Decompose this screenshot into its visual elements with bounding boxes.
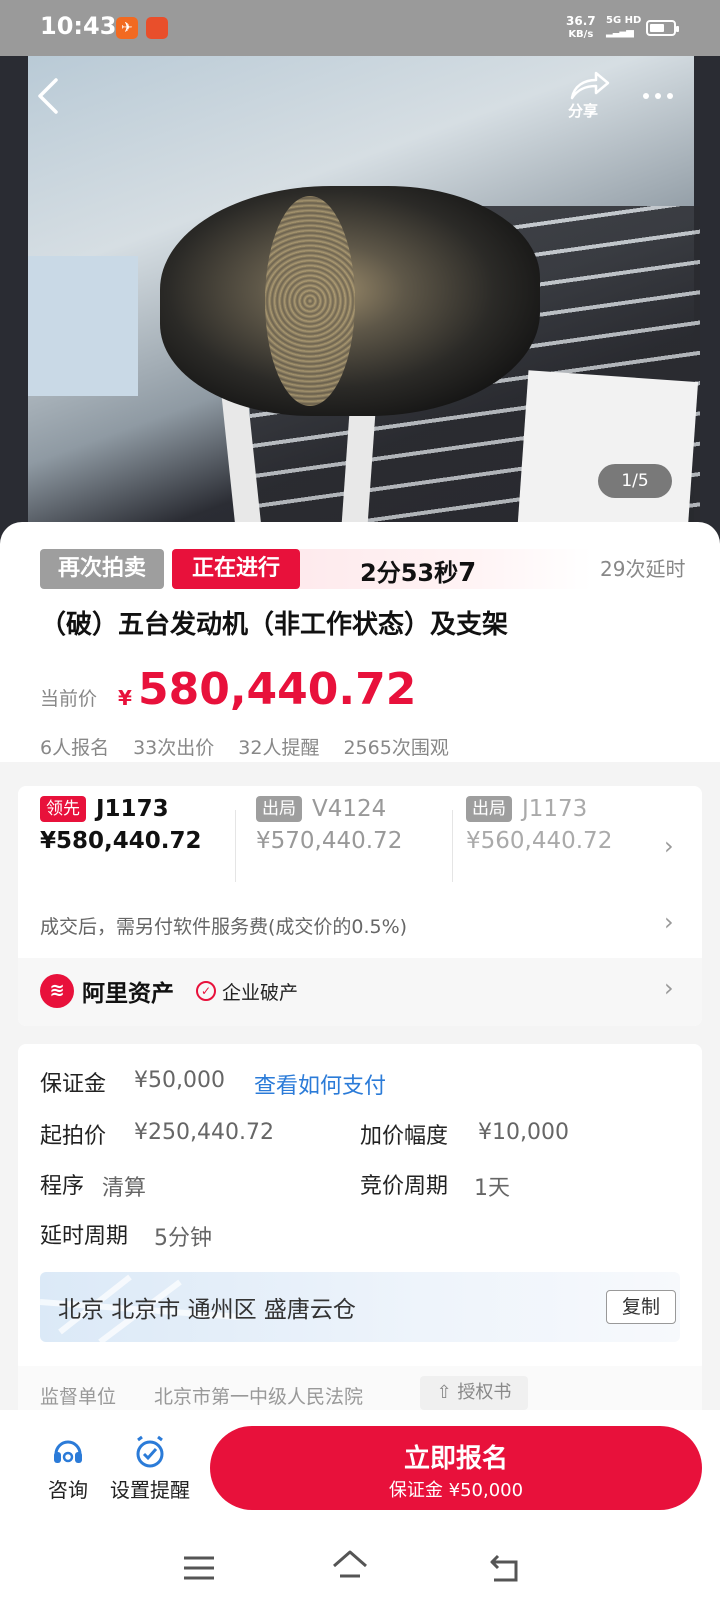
signup-deposit: 保证金 ¥50,000	[388, 1480, 524, 1501]
alarm-clock-icon	[136, 1435, 164, 1468]
delay-count: 29次延时	[600, 557, 686, 581]
divider	[452, 810, 453, 882]
more-icon[interactable]	[636, 74, 680, 118]
bid-amount: ¥560,440.72	[466, 828, 613, 854]
deposit-label: 保证金	[40, 1072, 107, 1097]
view-count: 2565次围观	[343, 737, 449, 759]
menu-icon[interactable]	[180, 1548, 220, 1588]
leading-badge: 领先	[40, 796, 86, 822]
seller-name: 阿里资产	[82, 981, 174, 1007]
network-speed: 36.7 KB/s	[566, 14, 596, 41]
back-icon[interactable]	[28, 74, 72, 118]
item-title: （破）五台发动机（非工作状态）及支架	[40, 610, 509, 640]
copy-button[interactable]: 复制	[606, 1290, 676, 1324]
signal-icon: 5G HD ▂▃▄▅	[606, 15, 642, 38]
app-notification-icon	[146, 17, 168, 39]
service-fee-notice[interactable]: 成交后，需另付软件服务费(成交价的0.5%)	[40, 912, 407, 939]
battery-icon	[646, 20, 679, 36]
bid-record[interactable]: 领先 J1173 ¥580,440.72	[40, 796, 202, 854]
increment-value: ¥10,000	[478, 1120, 569, 1145]
consult-label: 咨询	[48, 1478, 88, 1502]
procedure-value: 清算	[102, 1176, 147, 1201]
headset-icon	[54, 1440, 82, 1463]
deposit-value: ¥50,000	[134, 1068, 225, 1093]
status-badge: 正在进行	[172, 549, 300, 589]
bid-period-value: 1天	[474, 1176, 510, 1201]
start-price-label: 起拍价	[40, 1124, 107, 1149]
app-notification-icon: ✈	[116, 17, 138, 39]
increment-label: 加价幅度	[360, 1124, 449, 1149]
divider	[235, 810, 236, 882]
bid-record[interactable]: 出局 J1173 ¥560,440.72	[466, 796, 632, 854]
supervisor-label: 监督单位	[40, 1386, 117, 1408]
outbid-badge: 出局	[466, 796, 512, 822]
set-reminder-button[interactable]: 设置提醒	[104, 1434, 196, 1503]
status-time: 10:43	[40, 12, 117, 40]
supervisor-value: 北京市第一中级人民法院	[154, 1386, 364, 1408]
delay-period-value: 5分钟	[154, 1226, 212, 1251]
authorization-button[interactable]: ⇧ 授权书	[420, 1376, 528, 1410]
bidder-id: J1173	[96, 796, 169, 822]
reminder-count: 32人提醒	[238, 737, 320, 759]
start-price-value: ¥250,440.72	[134, 1120, 274, 1145]
chevron-right-icon[interactable]: ›	[664, 974, 674, 1002]
ali-assets-logo: ≋	[40, 974, 74, 1008]
upload-icon: ⇧	[436, 1382, 452, 1403]
image-counter: 1/5	[598, 464, 672, 498]
current-price-label: 当前价	[40, 688, 98, 710]
status-bar: 10:43 ✈ 36.7 KB/s 5G HD ▂▃▄▅	[0, 0, 720, 56]
check-circle-icon: ✓	[196, 981, 216, 1001]
bid-amount: ¥570,440.72	[256, 828, 403, 854]
bid-amount: ¥580,440.72	[40, 828, 202, 854]
currency-symbol: ¥	[118, 686, 132, 710]
chevron-right-icon[interactable]: ›	[664, 832, 674, 860]
share-label[interactable]: 分享	[568, 100, 598, 121]
seller-type: 企业破产	[222, 982, 299, 1004]
outbid-badge: 出局	[256, 796, 302, 822]
bid-period-label: 竞价周期	[360, 1174, 449, 1199]
current-price: 580,440.72	[138, 664, 417, 715]
re-auction-badge: 再次拍卖	[40, 549, 164, 589]
signup-count: 6人报名	[40, 737, 110, 759]
set-reminder-label: 设置提醒	[110, 1478, 190, 1502]
home-icon[interactable]	[330, 1546, 370, 1586]
consult-button[interactable]: 咨询	[38, 1434, 98, 1503]
signup-button[interactable]: 立即报名 保证金 ¥50,000	[210, 1426, 702, 1510]
bidder-id: V4124	[312, 796, 387, 822]
procedure-label: 程序	[40, 1174, 85, 1199]
signup-label: 立即报名	[403, 1444, 508, 1474]
address-text: 北京 北京市 通州区 盛唐云仓	[58, 1297, 356, 1323]
return-icon[interactable]	[486, 1548, 526, 1588]
countdown-timer: 2分53秒7	[360, 558, 477, 588]
how-to-pay-link[interactable]: 查看如何支付	[254, 1068, 386, 1100]
delay-period-label: 延时周期	[40, 1224, 129, 1249]
bidder-id: J1173	[522, 796, 588, 822]
bid-record[interactable]: 出局 V4124 ¥570,440.72	[256, 796, 402, 854]
auction-stats: 6人报名 33次出价 32人提醒 2565次围观	[40, 733, 473, 760]
bid-count: 33次出价	[133, 737, 215, 759]
chevron-right-icon[interactable]: ›	[664, 908, 674, 936]
